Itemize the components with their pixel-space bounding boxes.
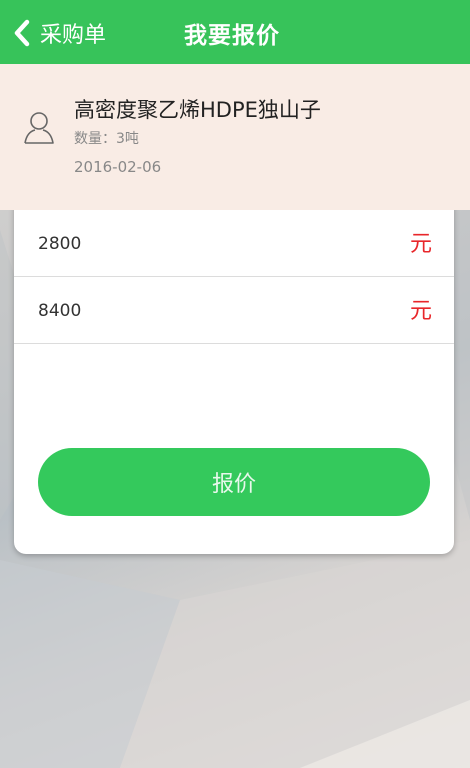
chevron-left-icon bbox=[14, 19, 30, 47]
back-button[interactable]: 采购单 bbox=[10, 18, 106, 48]
product-quantity: 数量：3吨 bbox=[74, 131, 139, 147]
quote-panel: 2800 元 8400 元 报价 bbox=[14, 196, 454, 554]
back-label: 采购单 bbox=[40, 23, 107, 48]
product-date: 2016-02-06 bbox=[74, 158, 162, 176]
top-bar: 采购单 我要报价 bbox=[0, 0, 470, 64]
unit-price-input[interactable]: 2800 bbox=[38, 234, 81, 254]
unit-price-row[interactable]: 2800 元 bbox=[14, 210, 454, 277]
user-icon bbox=[24, 112, 54, 144]
submit-quote-button[interactable]: 报价 bbox=[38, 448, 430, 516]
unit-price-currency: 元 bbox=[409, 232, 432, 257]
page-title: 我要报价 bbox=[184, 23, 280, 49]
total-price-input[interactable]: 8400 bbox=[38, 301, 81, 321]
total-price-currency: 元 bbox=[409, 299, 432, 324]
product-name: 高密度聚乙烯HDPE独山子 bbox=[74, 98, 321, 122]
product-info-card: 高密度聚乙烯HDPE独山子 数量：3吨 2016-02-06 bbox=[0, 64, 470, 210]
total-price-row[interactable]: 8400 元 bbox=[14, 277, 454, 344]
